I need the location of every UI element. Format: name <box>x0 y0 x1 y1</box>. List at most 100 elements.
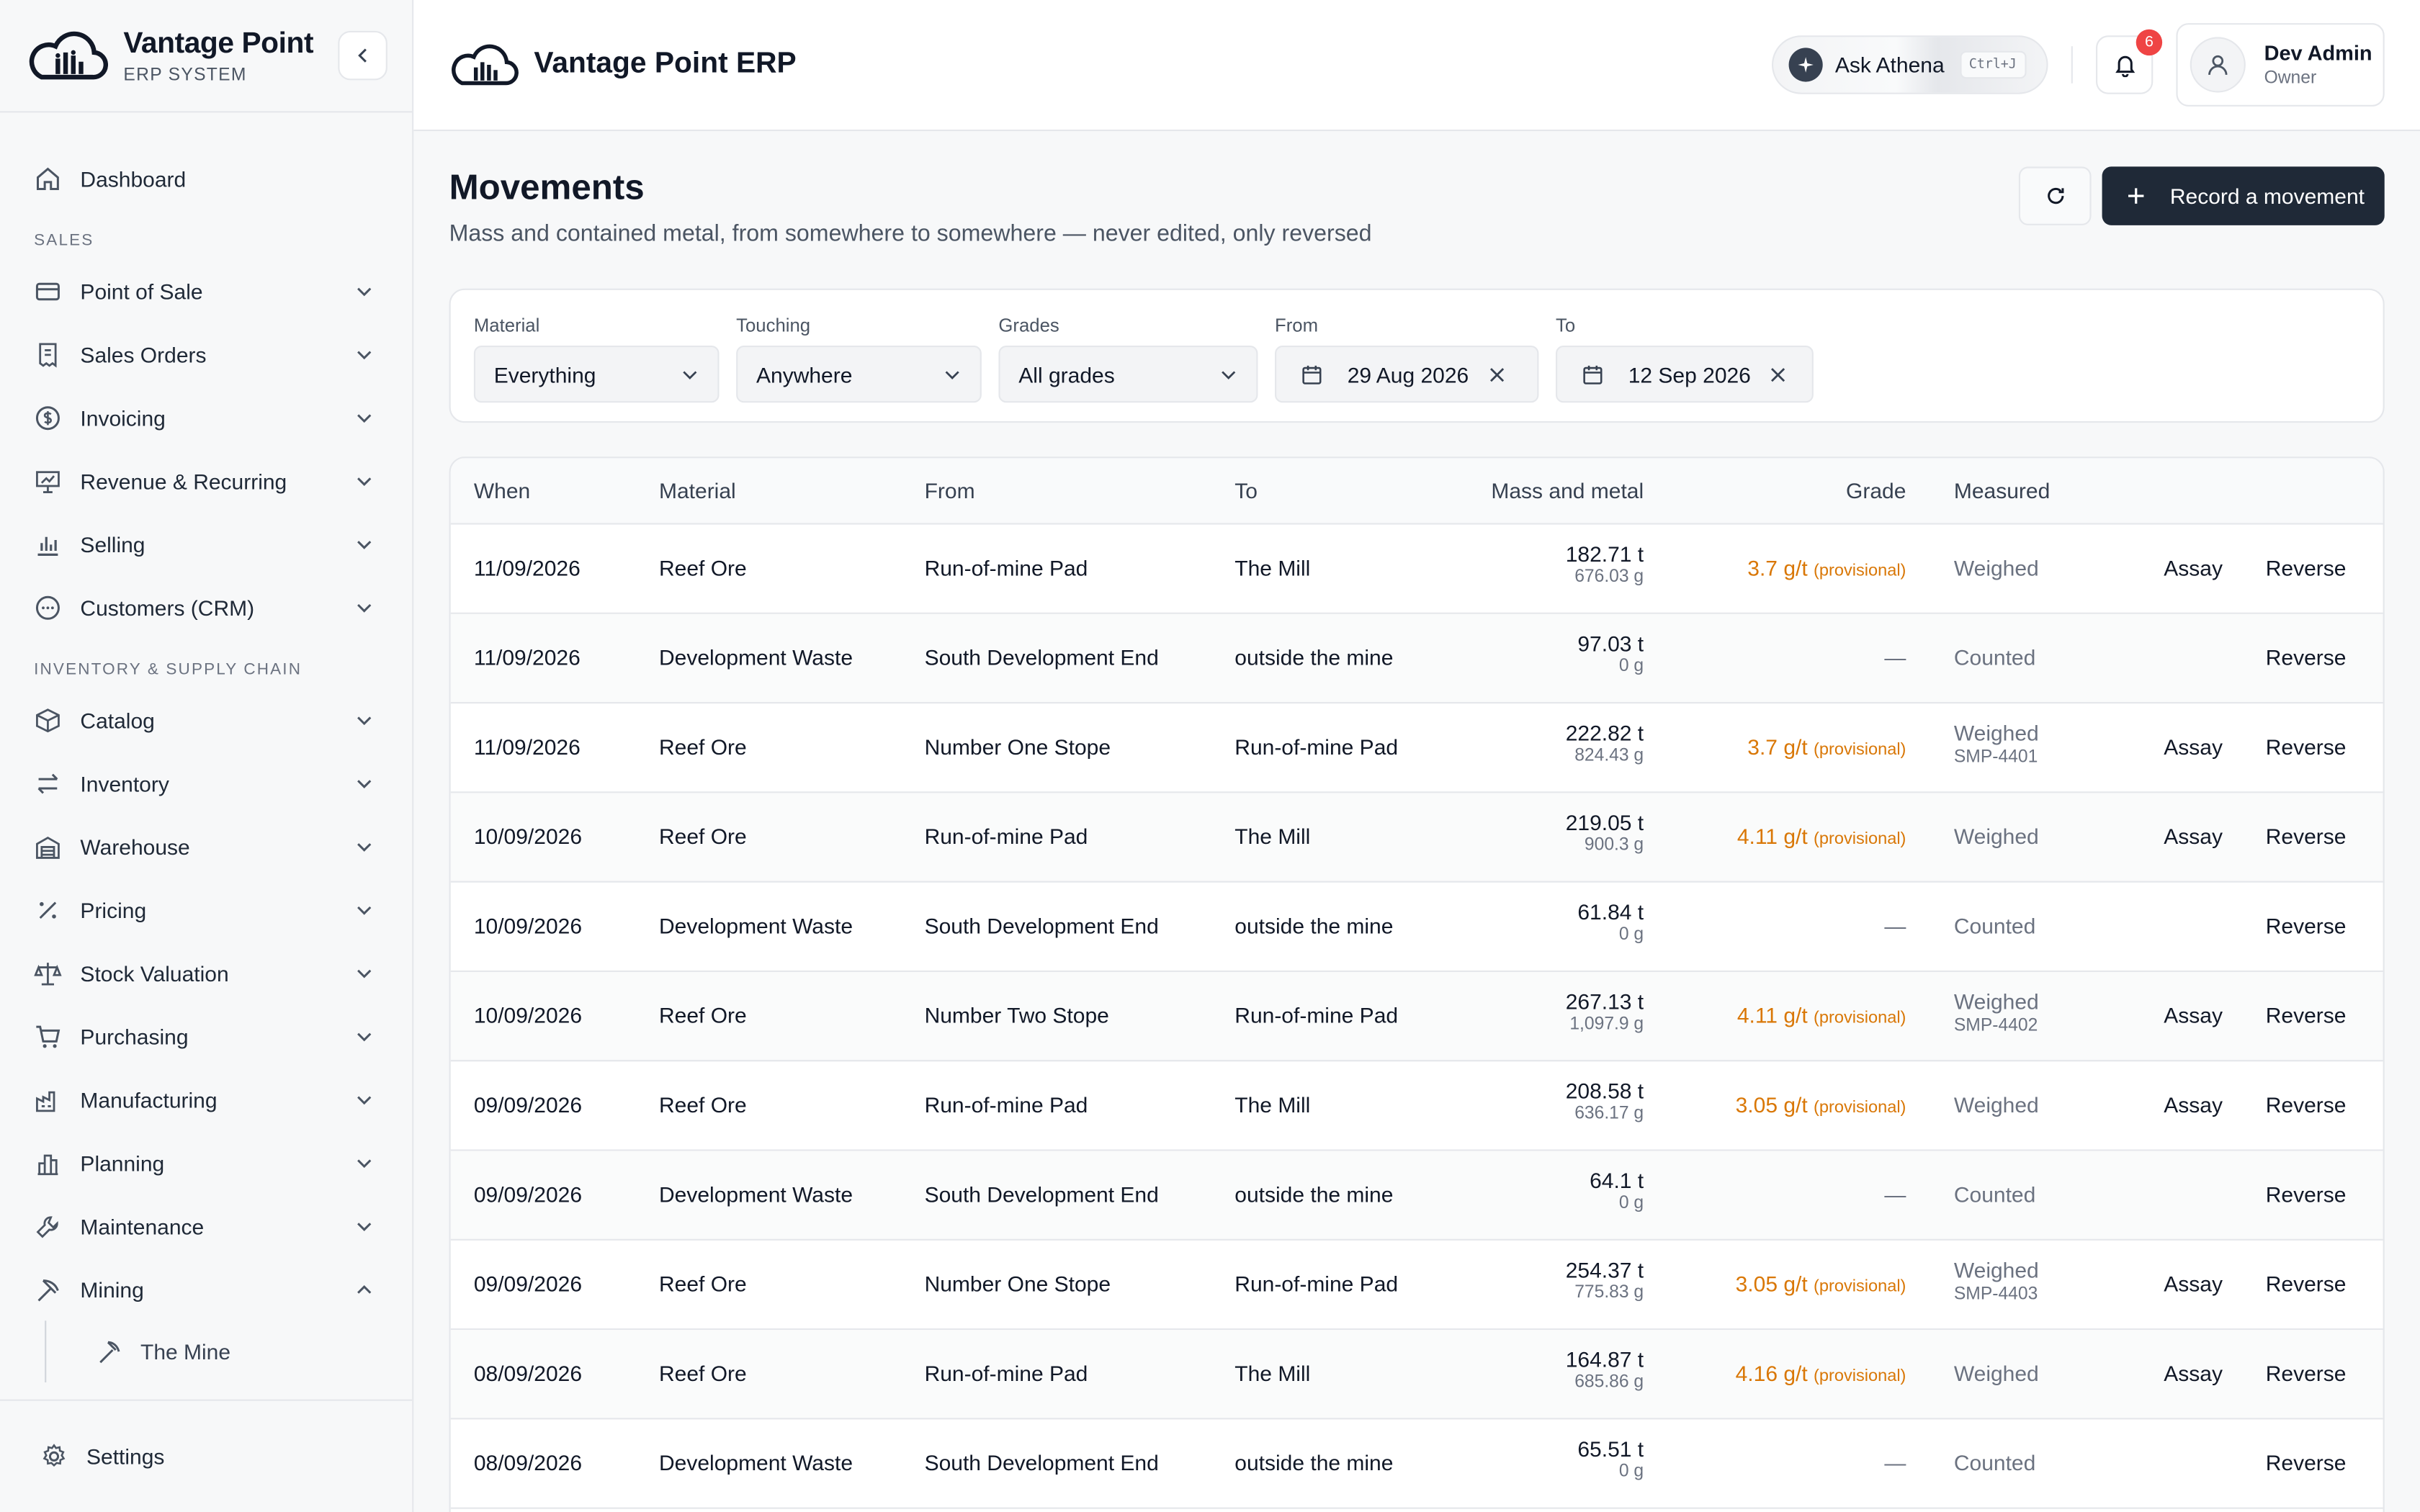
assay-button[interactable]: Assay <box>2164 1361 2223 1385</box>
sidebar-item-customers-crm[interactable]: Customers (CRM) <box>0 575 412 639</box>
table-row[interactable]: 08/09/2026 Reef Ore Run-of-mine Pad The Mil… <box>450 1330 2383 1420</box>
sidebar-item-sales-orders[interactable]: Sales Orders <box>0 323 412 386</box>
chevron-down-icon[interactable] <box>354 835 375 857</box>
reverse-button[interactable]: Reverse <box>2266 914 2347 938</box>
touching-select[interactable]: Anywhere <box>736 346 982 403</box>
mass-value: 182.71 t <box>1565 541 1644 567</box>
chevron-down-icon[interactable] <box>354 407 375 428</box>
sidebar-item-catalog[interactable]: Catalog <box>0 688 412 752</box>
notifications-button[interactable]: 6 <box>2096 29 2163 94</box>
assay-button[interactable]: Assay <box>2164 734 2223 759</box>
collapse-sidebar-button[interactable] <box>338 30 387 81</box>
grades-select[interactable]: All grades <box>998 346 1258 403</box>
table-row[interactable]: 10/09/2026 Development Waste South Develop… <box>450 883 2383 972</box>
chevron-down-icon[interactable] <box>354 343 375 365</box>
chevron-down-icon[interactable] <box>354 1215 375 1237</box>
column-header-measured[interactable]: Measured <box>1954 478 2050 503</box>
refresh-button[interactable] <box>2018 166 2092 225</box>
table-row[interactable]: 08/09/2026 Development Waste South Develop… <box>450 1419 2383 1509</box>
chevron-down-icon[interactable] <box>354 773 375 794</box>
sidebar-item-selling[interactable]: Selling <box>0 512 412 575</box>
assay-button[interactable]: Assay <box>2164 1272 2223 1296</box>
chevron-down-icon[interactable] <box>354 1152 375 1174</box>
sidebar-subitem-the-mine[interactable]: The Mine <box>0 1320 412 1382</box>
chevron-down-icon[interactable] <box>354 709 375 731</box>
ask-athena-button[interactable]: Ask Athena Ctrl+J <box>1772 35 2048 94</box>
column-header-when[interactable]: When <box>474 478 530 503</box>
chevron-down-icon[interactable] <box>354 596 375 618</box>
clear-icon[interactable] <box>1770 365 1788 384</box>
chevron-down-icon[interactable] <box>354 533 375 554</box>
sidebar-item-stock-valuation[interactable]: Stock Valuation <box>0 941 412 1004</box>
reverse-button[interactable]: Reverse <box>2266 1450 2347 1475</box>
clear-icon[interactable] <box>1487 365 1506 384</box>
sidebar-subitem-label: The Mine <box>140 1339 231 1364</box>
chevron-down-icon[interactable] <box>354 962 375 984</box>
assay-button[interactable]: Assay <box>2164 555 2223 580</box>
record-movement-button[interactable]: Record a movement <box>2102 166 2385 225</box>
sidebar-item-revenue-recurring[interactable]: Revenue & Recurring <box>0 449 412 513</box>
table-row[interactable]: 09/09/2026 Reef Ore Run-of-mine Pad The Mil… <box>450 1061 2383 1151</box>
sidebar-item-dashboard[interactable]: Dashboard <box>0 147 412 210</box>
sidebar-item-point-of-sale[interactable]: Point of Sale <box>0 259 412 323</box>
section-label-inventory: INVENTORY & SUPPLY CHAIN <box>34 660 302 679</box>
sidebar-item-invoicing[interactable]: Invoicing <box>0 386 412 449</box>
reverse-button[interactable]: Reverse <box>2266 1182 2347 1206</box>
sidebar-item-manufacturing[interactable]: Manufacturing <box>0 1068 412 1131</box>
table-row[interactable]: 10/09/2026 Reef Ore Run-of-mine Pad The Mil… <box>450 793 2383 883</box>
from-date-picker[interactable]: 29 Aug 2026 <box>1275 346 1539 403</box>
sidebar-item-purchasing[interactable]: Purchasing <box>0 1004 412 1068</box>
table-row[interactable]: 09/09/2026 Reef Ore Number One Stope Run-of… <box>450 1241 2383 1331</box>
chevron-down-icon[interactable] <box>354 470 375 492</box>
assay-button[interactable]: Assay <box>2164 1003 2223 1027</box>
reverse-button[interactable]: Reverse <box>2266 1361 2347 1385</box>
sidebar-item-pricing[interactable]: Pricing <box>0 878 412 941</box>
column-header-grade[interactable]: Grade <box>1846 478 1906 503</box>
reverse-button[interactable]: Reverse <box>2266 645 2347 670</box>
sidebar-item-inventory[interactable]: Inventory <box>0 752 412 815</box>
cell-material: Reef Ore <box>659 1092 747 1117</box>
sidebar-item-warehouse[interactable]: Warehouse <box>0 814 412 878</box>
assay-button[interactable]: Assay <box>2164 1092 2223 1117</box>
reverse-button[interactable]: Reverse <box>2266 824 2347 848</box>
user-menu[interactable]: Dev Admin Owner <box>2176 23 2385 107</box>
chevron-down-icon[interactable] <box>354 1089 375 1110</box>
column-header-mass[interactable]: Mass and metal <box>1491 478 1644 503</box>
mass-value: 267.13 t <box>1565 989 1644 1014</box>
column-header-from[interactable]: From <box>925 478 975 503</box>
chevron-down-icon <box>683 371 697 379</box>
calendar-icon <box>1302 364 1322 384</box>
cell-measured: Counted <box>1953 913 2036 938</box>
table-row[interactable]: 09/09/2026 Development Waste South Develop… <box>450 1151 2383 1241</box>
sidebar-item-mining[interactable]: Mining <box>0 1257 412 1320</box>
sidebar-item-maintenance[interactable]: Maintenance <box>0 1194 412 1258</box>
table-row[interactable]: 11/09/2026 Reef Ore Run-of-mine Pad The Mil… <box>450 525 2383 614</box>
chevron-up-icon[interactable] <box>354 1278 375 1300</box>
to-date-picker[interactable]: 12 Sep 2026 <box>1556 346 1814 403</box>
table-row[interactable]: 11/09/2026 Development Waste South Develop… <box>450 613 2383 704</box>
chevron-down-icon[interactable] <box>354 899 375 920</box>
cell-mass-metal: 182.71 t 676.03 g <box>1566 541 1644 586</box>
cell-material: Development Waste <box>659 913 853 938</box>
reverse-button[interactable]: Reverse <box>2266 734 2347 759</box>
sidebar-item-planning[interactable]: Planning <box>0 1131 412 1194</box>
table-row[interactable]: 11/09/2026 Reef Ore Number One Stope Run-of… <box>450 703 2383 793</box>
brand-subtitle: ERP SYSTEM <box>123 66 247 84</box>
reverse-button[interactable]: Reverse <box>2266 1092 2347 1117</box>
reverse-button[interactable]: Reverse <box>2266 555 2347 580</box>
column-header-to[interactable]: To <box>1234 478 1258 503</box>
reverse-button[interactable]: Reverse <box>2266 1272 2347 1296</box>
reverse-button[interactable]: Reverse <box>2266 1003 2347 1027</box>
chevron-down-icon[interactable] <box>354 1025 375 1047</box>
chevron-down-icon[interactable] <box>354 280 375 302</box>
cell-measured: Weighed <box>1953 824 2039 849</box>
assay-button[interactable]: Assay <box>2164 824 2223 848</box>
cell-measured: Weighed SMP-4401 <box>1954 721 2039 767</box>
column-header-material[interactable]: Material <box>659 478 736 503</box>
table-row[interactable]: 10/09/2026 Reef Ore Number Two Stope Run-of… <box>450 972 2383 1062</box>
metal-value: 0 g <box>1618 1194 1644 1213</box>
material-select[interactable]: Everything <box>473 346 720 403</box>
mass-value: 65.51 t <box>1577 1436 1644 1462</box>
sidebar-item-settings[interactable]: Settings <box>0 1399 413 1512</box>
chat-icon <box>34 593 62 621</box>
